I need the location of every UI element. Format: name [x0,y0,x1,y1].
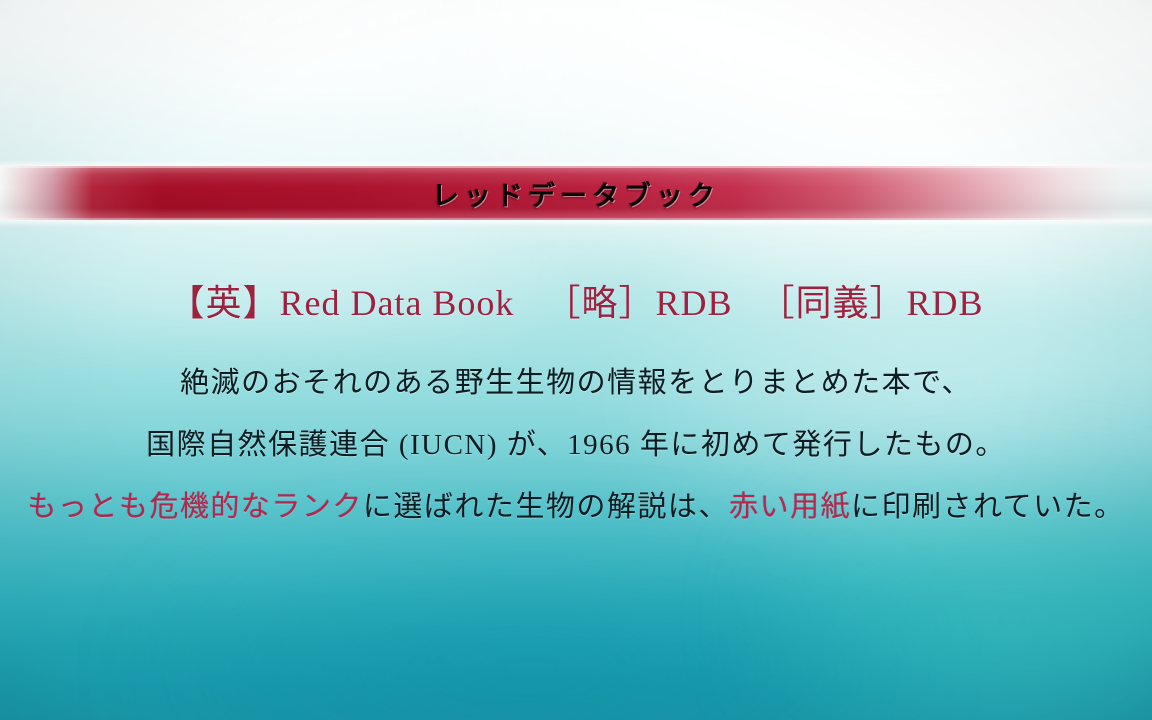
headline-abbrev-value: RDB [655,283,733,323]
title-band-bottom-edge [0,220,1152,227]
headline-synonym-marker: ［同義］ [758,283,907,323]
body-line-3: もっとも危機的なランクに選ばれた生物の解説は、赤い用紙に印刷されていた。 [0,493,1152,522]
body-line-3-plain-a: に選ばれた生物の解説は、 [362,491,729,524]
headline-lang-marker: 【英】 [168,283,280,323]
body-line-3-highlight-paper: 赤い用紙 [728,491,851,524]
body-line-3-highlight-rank: もっとも危機的なランク [27,491,363,524]
slide-canvas: レッドデータブック 【英】Red Data Book ［略］RDB ［同義］RDB … [0,0,1152,720]
headline-abbrev-marker: ［略］ [544,283,656,323]
headline-english-name: Red Data Book [279,283,515,323]
headline-synonym-value: RDB [906,283,984,323]
body-line-3-plain-b: に印刷されていた。 [850,491,1125,524]
title-band: レッドデータブック [0,166,1152,220]
body-text-block: 絶滅のおそれのある野生生物の情報をとりまとめた本で、 国際自然保護連合 (IUC… [0,369,1152,522]
page-title: レッドデータブック [432,180,720,211]
headline-row: 【英】Red Data Book ［略］RDB ［同義］RDB [0,250,1152,325]
body-line-1: 絶滅のおそれのある野生生物の情報をとりまとめた本で、 [180,367,972,400]
content-area: 【英】Red Data Book ［略］RDB ［同義］RDB 絶滅のおそれのある野… [0,250,1152,522]
body-line-2: 国際自然保護連合 (IUCN) が、1966 年に初めて発行したもの。 [146,429,1006,462]
